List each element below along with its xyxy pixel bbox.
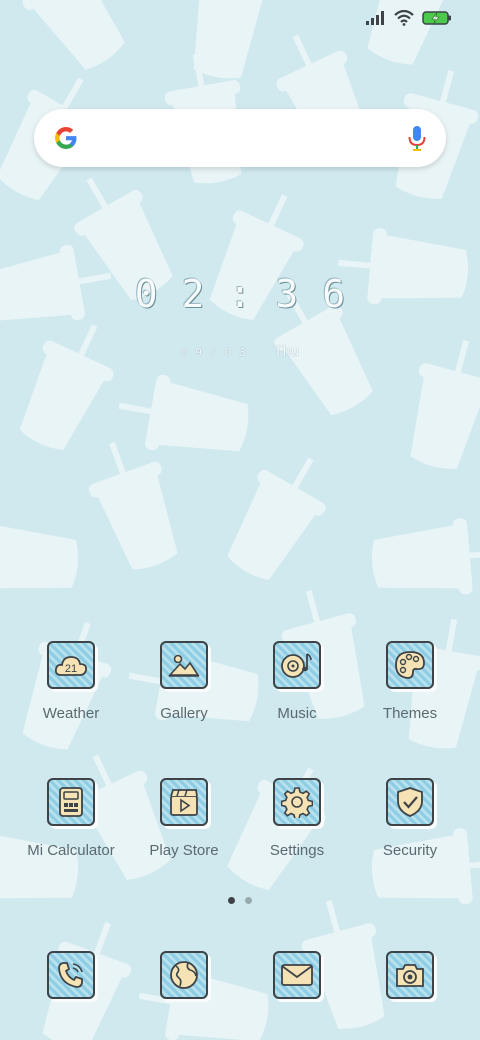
page-indicator[interactable] (0, 897, 480, 904)
dock-phone[interactable] (16, 951, 126, 999)
app-label: Themes (382, 705, 438, 722)
app-label: Gallery (160, 705, 208, 722)
app-weather[interactable]: 21 Weather (16, 641, 126, 722)
app-music[interactable]: Music (242, 641, 352, 722)
app-label: Settings (269, 842, 325, 859)
app-settings[interactable]: Settings (242, 778, 352, 859)
camera-icon (386, 951, 434, 999)
weather-icon: 21 (47, 641, 95, 689)
gallery-icon (160, 641, 208, 689)
dock-messages[interactable] (242, 951, 352, 999)
page-dot[interactable] (228, 897, 235, 904)
clock-day: Thu (273, 344, 300, 360)
signal-icon (366, 11, 384, 25)
clock-time[interactable]: 02:36 (0, 272, 480, 316)
app-label: Weather (42, 705, 100, 722)
browser-icon (160, 951, 208, 999)
app-label: Play Store (149, 842, 219, 859)
clock-date-row: 09/03 Thu (0, 344, 480, 360)
security-icon (386, 778, 434, 826)
wifi-icon (394, 10, 414, 26)
messages-icon (273, 951, 321, 999)
app-play-store[interactable]: Play Store (129, 778, 239, 859)
play-store-icon (160, 778, 208, 826)
mic-icon[interactable] (406, 124, 428, 152)
page-dot[interactable] (245, 897, 252, 904)
app-gallery[interactable]: Gallery (129, 641, 239, 722)
weather-temp: 21 (65, 663, 77, 675)
settings-icon (273, 778, 321, 826)
app-themes[interactable]: Themes (355, 641, 465, 722)
battery-charging-icon (422, 11, 451, 25)
dock-browser[interactable] (129, 951, 239, 999)
clock-date: 09/03 (180, 345, 254, 359)
app-security[interactable]: Security (355, 778, 465, 859)
app-label: Security (382, 842, 438, 859)
app-label: Mi Calculator (27, 842, 115, 859)
calculator-icon (47, 778, 95, 826)
google-search-bar[interactable] (34, 109, 446, 167)
google-g-icon (55, 127, 77, 149)
app-mi-calculator[interactable]: Mi Calculator (16, 778, 126, 859)
phone-icon (47, 951, 95, 999)
app-label: Music (277, 705, 317, 722)
music-icon (273, 641, 321, 689)
themes-icon (386, 641, 434, 689)
status-bar (366, 10, 452, 26)
dock-camera[interactable] (355, 951, 465, 999)
